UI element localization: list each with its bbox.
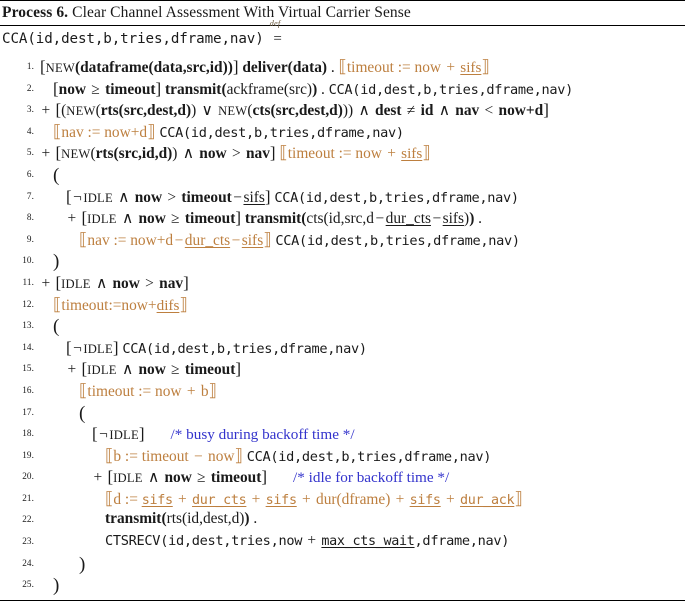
definition-header: CCA(id,dest,b,tries,dframe,nav) def = — [0, 19, 685, 57]
line-number: 7. — [26, 190, 34, 201]
definition-head: CCA(id,dest,b,tries,dframe,nav) — [2, 31, 264, 47]
listing-line: 8. + [IDLE ∧ now ≥ timeout] transmit(cts… — [0, 208, 685, 230]
line-content: [NEW(dataframe(data,src,id))] deliver(da… — [40, 57, 490, 76]
line-number: 3. — [26, 104, 34, 115]
listing-line: 21. ⟦d := sifs + dur_cts + sifs + dur(df… — [0, 489, 685, 511]
listing-line: 19. ⟦b := timeout − now⟧ CCA(id,dest,b,t… — [0, 446, 685, 468]
caption-label: Process 6. — [2, 4, 69, 21]
process-listing: CCA(id,dest,b,tries,dframe,nav) def = 1.… — [0, 19, 685, 597]
listing-line: 22. transmit(rts(id,dest,d)) . — [0, 510, 685, 532]
line-content: + [IDLE ∧ now > nav] — [41, 272, 189, 292]
line-number: 24. — [22, 557, 34, 568]
listing-line: 1. [NEW(dataframe(data,src,id))] deliver… — [0, 57, 685, 79]
line-content: ⟦timeout := now + b⟧ — [79, 380, 217, 400]
line-content: transmit(rts(id,dest,d)) . — [105, 510, 258, 528]
line-content: + [NEW(rts(src,id,d)) ∧ now > nav] ⟦time… — [41, 143, 431, 163]
line-content: ) — [79, 553, 86, 575]
line-content: ) — [53, 575, 60, 597]
line-number: 8. — [26, 212, 34, 223]
line-number: 2. — [26, 82, 34, 93]
line-number: 23. — [22, 536, 34, 547]
line-number: 16. — [22, 384, 34, 395]
line-content: ⟦d := sifs + dur_cts + sifs + dur(dframe… — [105, 488, 523, 508]
line-content: + [IDLE ∧ now ≥ timeout] — [67, 359, 242, 379]
line-number: 25. — [22, 579, 34, 590]
listing-line: 12. ⟦timeout:=now+difs⟧ — [0, 295, 685, 317]
line-number: 22. — [22, 514, 34, 525]
definition-def-superscript: def — [269, 19, 281, 28]
listing-line: 16. ⟦timeout := now + b⟧ — [0, 381, 685, 403]
listing-line: 6. ( — [0, 165, 685, 187]
listing-line: 17. ( — [0, 403, 685, 425]
listing-line: 18. [¬ IDLE]/* busy during backoff time *… — [0, 424, 685, 446]
line-content: ⟦b := timeout − now⟧ CCA(id,dest,b,tries… — [105, 445, 492, 465]
listing-line: 11. + [IDLE ∧ now > nav] — [0, 273, 685, 295]
line-number: 11. — [22, 276, 34, 287]
listing-line: 13. ( — [0, 316, 685, 338]
line-number: 13. — [22, 320, 34, 331]
definition-equals: def = — [268, 19, 288, 48]
line-content: ⟦timeout:=now+difs⟧ — [53, 294, 188, 314]
line-content: ⟦nav := now+d⟧ CCA(id,dest,b,tries,dfram… — [53, 121, 404, 141]
line-number: 18. — [22, 428, 34, 439]
line-number: 12. — [22, 298, 34, 309]
line-content: [now ≥ timeout] transmit(ackframe(src)) … — [53, 78, 574, 98]
line-number: 15. — [22, 363, 34, 374]
process-figure: Process 6. Clear Channel Assessment With… — [0, 0, 685, 603]
definition-equals-symbol: = — [273, 31, 282, 47]
comment-idle: /* idle for backoff time */ — [293, 469, 450, 487]
caption-text: Clear Channel Assessment With Virtual Ca… — [72, 4, 411, 21]
line-content: ( — [53, 164, 60, 186]
listing-line: 3. + [(NEW(rts(src,dest,d)) ∨ NEW(cts(sr… — [0, 100, 685, 122]
listing-line: 14. [¬ IDLE] CCA(id,dest,b,tries,dframe,n… — [0, 338, 685, 360]
line-content: [¬ IDLE]/* busy during backoff time */ — [92, 424, 355, 444]
listing-line: 15. + [IDLE ∧ now ≥ timeout] — [0, 359, 685, 381]
listing-line: 10. ) — [0, 251, 685, 273]
listing-line: 9. ⟦nav := now+d−dur_cts−sifs⟧ CCA(id,de… — [0, 230, 685, 252]
listing-line: 5. + [NEW(rts(src,id,d)) ∧ now > nav] ⟦t… — [0, 143, 685, 165]
line-number: 5. — [26, 147, 34, 158]
line-content: CTSRECV(id,dest,tries,now + max_cts_wait… — [105, 532, 510, 550]
line-number: 4. — [26, 125, 34, 136]
figure-bottom-rule — [0, 600, 685, 601]
line-number: 14. — [22, 341, 34, 352]
line-content: ( — [79, 402, 86, 424]
figure-caption: Process 6. Clear Channel Assessment With… — [0, 1, 685, 25]
line-number: 20. — [22, 471, 34, 482]
line-content: + [(NEW(rts(src,dest,d)) ∨ NEW(cts(src,d… — [41, 100, 549, 120]
line-number: 9. — [26, 233, 34, 244]
line-number: 10. — [22, 255, 34, 266]
line-number: 19. — [22, 449, 34, 460]
line-content: ( — [53, 316, 60, 338]
line-content: [¬ IDLE] CCA(id,dest,b,tries,dframe,nav) — [66, 337, 367, 357]
line-number: 21. — [22, 492, 34, 503]
listing-line: 25. ) — [0, 575, 685, 597]
line-number: 1. — [26, 61, 34, 71]
listing-line: 7. [¬ IDLE ∧ now > timeout−sifs] CCA(id,d… — [0, 187, 685, 209]
listing-line: 20. + [IDLE ∧ now ≥ timeout]/* idle for … — [0, 467, 685, 489]
line-content: [¬ IDLE ∧ now > timeout−sifs] CCA(id,dest… — [66, 186, 519, 206]
listing-line: 23. CTSRECV(id,dest,tries,now + max_cts_… — [0, 532, 685, 554]
line-content: ⟦nav := now+d−dur_cts−sifs⟧ CCA(id,dest,… — [79, 229, 520, 249]
line-content: + [IDLE ∧ now ≥ timeout]/* idle for back… — [93, 467, 450, 487]
comment-busy: /* busy during backoff time */ — [170, 426, 355, 444]
listing-line: 2. [now ≥ timeout] transmit(ackframe(src… — [0, 79, 685, 101]
line-number: 6. — [26, 168, 34, 179]
line-content: + [IDLE ∧ now ≥ timeout] transmit(cts(id… — [67, 208, 482, 228]
listing-line: 4. ⟦nav := now+d⟧ CCA(id,dest,b,tries,df… — [0, 122, 685, 144]
line-content: ) — [53, 251, 60, 273]
line-number: 17. — [22, 406, 34, 417]
listing-line: 24. ) — [0, 554, 685, 576]
